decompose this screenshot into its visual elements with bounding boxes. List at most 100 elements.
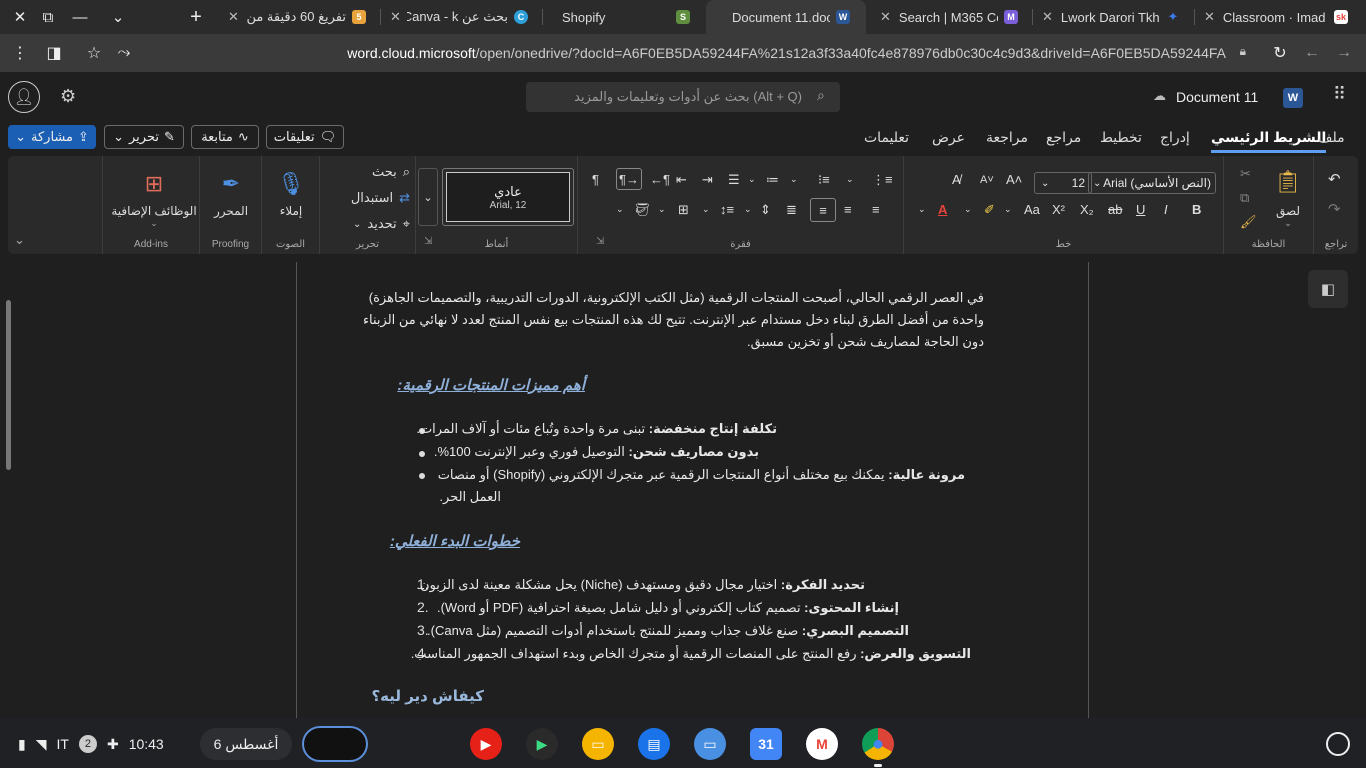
find-button[interactable]: بحث ⌕: [330, 164, 410, 180]
app-launcher-icon[interactable]: ⠿: [1333, 84, 1346, 105]
new-tab-button[interactable]: +: [180, 0, 212, 34]
align-center-icon[interactable]: ≡: [844, 202, 852, 217]
comments-button[interactable]: تعليقات 🗨︎: [266, 125, 344, 149]
document-page[interactable]: في العصر الرقمي الحالي، أصبحت المنتجات ا…: [296, 262, 1089, 718]
minimize-window-icon[interactable]: —: [64, 0, 96, 34]
tab-references[interactable]: مراجع: [1046, 129, 1081, 146]
edit-mode-button[interactable]: ⌄ تحرير ✎: [104, 125, 184, 149]
paste-button[interactable]: 📋︎ لصق ⌄: [1268, 166, 1308, 229]
chat-app-icon[interactable]: ▤: [638, 728, 670, 760]
youtube-app-icon[interactable]: ▶: [470, 728, 502, 760]
tab-review[interactable]: مراجعة: [986, 129, 1028, 146]
pilcrow-icon[interactable]: ¶: [592, 172, 599, 187]
browser-tab[interactable]: ✕ تفريغ 60 دقيقة من 5: [220, 0, 380, 34]
chevron-down-icon[interactable]: ⌄: [748, 174, 756, 185]
replace-button[interactable]: استبدال ⇄: [330, 190, 410, 206]
grow-font-icon[interactable]: A˄: [1006, 172, 1022, 187]
font-color-icon[interactable]: A: [938, 202, 947, 217]
date-pill[interactable]: 6 أغسطس: [200, 728, 292, 760]
tab-help[interactable]: تعليمات: [864, 129, 909, 146]
bold-icon[interactable]: B: [1192, 202, 1201, 217]
justify-icon[interactable]: ≣: [786, 202, 797, 218]
select-button[interactable]: ⌄ تحديد ⌖: [330, 216, 410, 232]
settings-gear-icon[interactable]: ⚙: [60, 86, 76, 107]
style-normal-tile[interactable]: عادي Arial, 12: [442, 168, 574, 226]
back-icon[interactable]: ←: [1296, 34, 1328, 72]
tab-file[interactable]: ملف: [1318, 129, 1345, 146]
highlight-icon[interactable]: ✐: [984, 202, 995, 218]
chevron-down-icon[interactable]: ⌄: [790, 174, 798, 185]
side-pane-icon[interactable]: ◧: [1308, 270, 1348, 308]
doc-title[interactable]: Document 11: [1176, 89, 1258, 105]
underline-icon[interactable]: U: [1136, 202, 1145, 217]
close-tab-icon[interactable]: ✕: [880, 9, 899, 25]
decrease-indent-icon[interactable]: ⇤: [676, 172, 687, 188]
bullet-list-icon[interactable]: ⁝≡: [818, 172, 830, 188]
clear-format-icon[interactable]: A̸: [952, 172, 961, 187]
chevron-down-icon[interactable]: ⌄: [964, 204, 972, 215]
borders-icon[interactable]: ⊞: [678, 202, 689, 218]
url-field[interactable]: word.cloud.microsoft/open/onedrive/?docI…: [120, 40, 1260, 66]
play-store-app-icon[interactable]: ▶: [526, 728, 558, 760]
increase-indent-icon[interactable]: ⇥: [702, 172, 713, 188]
copy-icon[interactable]: ⧉: [1240, 190, 1249, 206]
styles-expand-chevron-icon[interactable]: ⌄: [418, 168, 438, 226]
share-button[interactable]: ⌄ مشاركة ⇪: [8, 125, 96, 149]
search-input[interactable]: بحث عن أدوات وتعليمات والمزيد (Alt + Q): [526, 82, 840, 112]
redo-icon[interactable]: ↷: [1328, 200, 1341, 218]
paragraph-spacing-icon[interactable]: ⇕: [760, 202, 771, 218]
calendar-app-icon[interactable]: 31: [750, 728, 782, 760]
kebab-menu-icon[interactable]: ⋮: [4, 34, 36, 72]
align-right-icon[interactable]: ≡: [810, 198, 836, 222]
browser-tab[interactable]: ✕ Classroom · Imad sk: [1196, 0, 1362, 34]
bookmark-star-icon[interactable]: ☆: [78, 34, 110, 72]
align-left-icon[interactable]: ≡: [872, 202, 880, 217]
close-tab-icon[interactable]: ✕: [228, 9, 245, 25]
tab-home[interactable]: الشريط الرئيسي: [1211, 129, 1327, 153]
browser-tab[interactable]: ✕ Lwork Darori Tkhi ✦: [1034, 0, 1194, 34]
cut-icon[interactable]: ✂: [1240, 166, 1251, 182]
shading-bucket-icon[interactable]: 🪣︎: [634, 202, 651, 218]
tab-view[interactable]: عرض: [932, 129, 965, 146]
chevron-down-icon[interactable]: ⌄: [846, 174, 854, 185]
addins-button[interactable]: ⊞ الوظائف الإضافية ⌄: [111, 168, 197, 229]
restore-window-icon[interactable]: ⧉: [32, 0, 64, 34]
superscript-icon[interactable]: X²: [1052, 202, 1065, 217]
tab-search-chevron-icon[interactable]: ⌄: [102, 0, 134, 34]
tab-layout[interactable]: تخطيط: [1100, 129, 1142, 146]
editor-button[interactable]: ✒ المحرر: [206, 168, 256, 218]
chevron-down-icon[interactable]: ⌄: [658, 204, 666, 215]
font-name-select[interactable]: ⌄ Arial (النص الأساسي): [1088, 172, 1216, 194]
dictate-button[interactable]: 🎙︎ إملاء: [268, 168, 314, 218]
vertical-scrollbar[interactable]: [6, 300, 11, 470]
tab-insert[interactable]: إدراج: [1160, 129, 1190, 146]
close-tab-icon[interactable]: ✕: [1204, 9, 1223, 25]
format-painter-icon[interactable]: 🖌︎: [1240, 214, 1257, 230]
gmail-app-icon[interactable]: M: [806, 728, 838, 760]
list-icon[interactable]: ⋮≡: [872, 172, 893, 188]
multilevel-list-icon[interactable]: ☰: [728, 172, 740, 188]
chevron-down-icon[interactable]: ⌄: [702, 204, 710, 215]
undo-icon[interactable]: ↶: [1328, 170, 1341, 188]
close-tab-icon[interactable]: ✕: [390, 9, 407, 25]
italic-icon[interactable]: I: [1164, 202, 1168, 217]
catch-up-button[interactable]: متابعة ∿: [191, 125, 259, 149]
launcher-home-icon[interactable]: [1326, 732, 1350, 756]
chrome-app-icon[interactable]: ●: [862, 728, 894, 760]
reload-icon[interactable]: ↻: [1264, 34, 1296, 72]
account-avatar-icon[interactable]: 👤︎: [8, 81, 40, 113]
browser-tab[interactable]: ✕ Search | M365 Co M: [872, 0, 1032, 34]
slides-app-icon[interactable]: ▭: [582, 728, 614, 760]
browser-tab[interactable]: Shopify S: [544, 0, 704, 34]
chevron-down-icon[interactable]: ⌄: [1004, 204, 1012, 215]
ltr-direction-icon[interactable]: ¶→: [616, 168, 642, 190]
change-case-icon[interactable]: Aa: [1024, 202, 1040, 217]
chevron-down-icon[interactable]: ⌄: [744, 204, 752, 215]
chevron-down-icon[interactable]: ⌄: [616, 204, 624, 215]
ribbon-collapse-chevron-icon[interactable]: ⌄: [14, 232, 25, 248]
rtl-direction-icon[interactable]: ←¶: [650, 172, 670, 187]
subscript-icon[interactable]: X₂: [1080, 202, 1094, 217]
chevron-down-icon[interactable]: ⌄: [918, 204, 926, 215]
font-size-select[interactable]: ⌄ 12: [1034, 172, 1092, 194]
numbered-list-icon[interactable]: ≔: [766, 172, 779, 188]
